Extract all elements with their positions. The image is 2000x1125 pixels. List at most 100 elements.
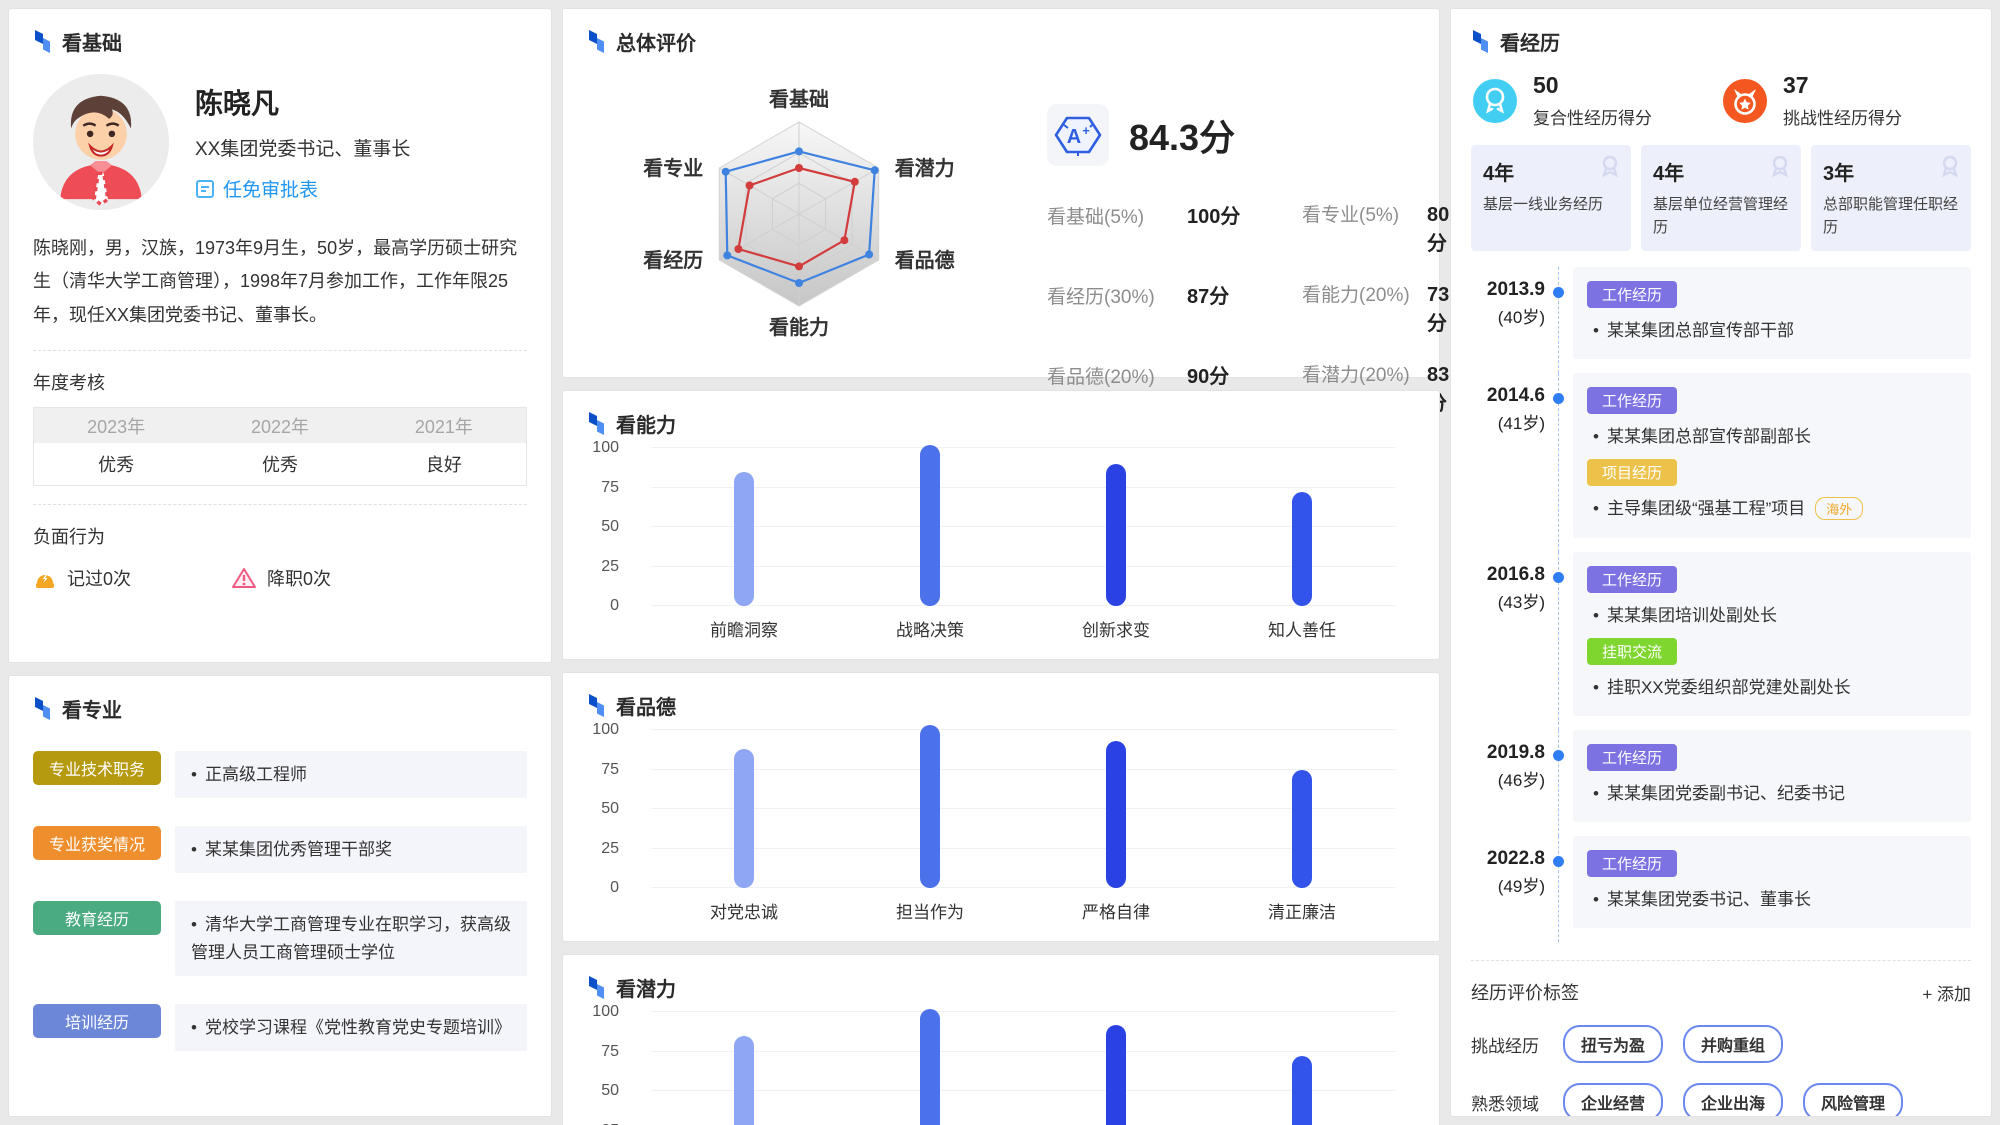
divider bbox=[33, 350, 527, 351]
add-tag-button[interactable]: + 添加 bbox=[1922, 980, 1971, 1005]
timeline-axis bbox=[1545, 730, 1573, 836]
bar-column bbox=[1209, 448, 1395, 606]
profession-row: 培训经历 •党校学习课程《党性教育党史专题培训》 bbox=[33, 1004, 527, 1051]
timeline-content: 工作经历•某某集团总部宣传部副部长项目经历•主导集团级“强基工程”项目海外 bbox=[1573, 373, 1971, 538]
experience-tag-pill[interactable]: 扭亏为盈 bbox=[1563, 1025, 1663, 1063]
score-grid: 看基础(5%)100分 看专业(5%)80分 看经历(30%)87分 看能力(2… bbox=[1047, 200, 1464, 416]
bar bbox=[1292, 1056, 1312, 1125]
timeline-item-text: •某某集团总部宣传部副部长 bbox=[1593, 422, 1957, 447]
bar bbox=[920, 445, 940, 606]
bar-column bbox=[1209, 1012, 1395, 1125]
year-header: 2023年 bbox=[34, 407, 199, 443]
composite-score-value: 50 bbox=[1533, 72, 1652, 99]
bar-column bbox=[1023, 730, 1209, 888]
profession-card: 看专业 专业技术职务 •正高级工程师 专业获奖情况 •某某集团优秀管理干部奖 教… bbox=[8, 675, 552, 1117]
award-tag: 专业获奖情况 bbox=[33, 826, 161, 860]
age-text: (46岁) bbox=[1471, 766, 1545, 791]
medal-watermark-icon bbox=[1937, 153, 1963, 179]
y-tick-label: 25 bbox=[601, 558, 619, 576]
experience-tag-pill[interactable]: 风险管理 bbox=[1803, 1083, 1903, 1117]
timeline-dot bbox=[1553, 750, 1564, 761]
experience-tag-pill[interactable]: 并购重组 bbox=[1683, 1025, 1783, 1063]
challenge-tags-row: 挑战经历 扭亏为盈并购重组 bbox=[1471, 1025, 1971, 1063]
y-tick-label: 50 bbox=[601, 518, 619, 536]
medal-watermark-icon bbox=[1597, 153, 1623, 179]
experience-card: 看经历 50 复合性经历得分 bbox=[1450, 8, 1992, 1117]
experience-tag-pill[interactable]: 企业经营 bbox=[1563, 1083, 1663, 1117]
timeline: 2013.9(40岁)工作经历•某某集团总部宣传部干部2014.6(41岁)工作… bbox=[1471, 267, 1971, 942]
timeline-dot bbox=[1553, 287, 1564, 298]
work-tag: 工作经历 bbox=[1587, 387, 1677, 414]
y-axis: 1007550250 bbox=[587, 448, 633, 606]
y-tick-label: 75 bbox=[601, 761, 619, 779]
demerit-item: 记过0次 bbox=[33, 565, 131, 591]
exchange-tag: 挂职交流 bbox=[1587, 638, 1677, 665]
y-tick-label: 75 bbox=[601, 1043, 619, 1061]
rating-cell: 优秀 bbox=[198, 443, 361, 485]
section-title: 看专业 bbox=[62, 694, 122, 723]
left-column: 看基础 bbox=[8, 8, 552, 1117]
radar-axis-label: 看品德 bbox=[895, 248, 955, 272]
work-tag: 工作经历 bbox=[1587, 281, 1677, 308]
flag-icon bbox=[33, 29, 52, 55]
y-tick-label: 100 bbox=[592, 721, 619, 739]
date-text: 2019.8 bbox=[1471, 742, 1545, 764]
score-item: 看专业(5%)80分 bbox=[1302, 200, 1464, 256]
profession-text: •正高级工程师 bbox=[175, 751, 527, 798]
profession-row: 专业获奖情况 •某某集团优秀管理干部奖 bbox=[33, 826, 527, 873]
education-tag: 教育经历 bbox=[33, 901, 161, 935]
alarm-icon bbox=[33, 566, 57, 590]
score-item: 看基础(5%)100分 bbox=[1047, 200, 1262, 256]
bar-column bbox=[1023, 1012, 1209, 1125]
section-title: 看品德 bbox=[616, 691, 676, 720]
y-tick-label: 100 bbox=[592, 439, 619, 457]
y-tick-label: 75 bbox=[601, 479, 619, 497]
timeline-date: 2013.9(40岁) bbox=[1471, 267, 1545, 373]
bar-column bbox=[1209, 730, 1395, 888]
bar bbox=[734, 1036, 754, 1125]
appointment-form-link[interactable]: 任免审批表 bbox=[195, 175, 410, 202]
bar bbox=[1106, 1025, 1126, 1125]
section-title: 看能力 bbox=[616, 409, 676, 438]
y-axis: 1007550250 bbox=[587, 730, 633, 888]
date-text: 2014.6 bbox=[1471, 385, 1545, 407]
assessment-label: 年度考核 bbox=[33, 369, 527, 395]
timeline-entry: 2016.8(43岁)工作经历•某某集团培训处副处长挂职交流•挂职XX党委组织部… bbox=[1471, 552, 1971, 730]
tech-post-tag: 专业技术职务 bbox=[33, 751, 161, 785]
date-text: 2013.9 bbox=[1471, 279, 1545, 301]
basics-header: 看基础 bbox=[33, 27, 527, 56]
timeline-item-text: •主导集团级“强基工程”项目海外 bbox=[1593, 494, 1957, 520]
section-title: 看经历 bbox=[1500, 27, 1560, 56]
experience-scores: 50 复合性经历得分 37 挑战性经历得分 bbox=[1471, 72, 1971, 129]
composite-score: 50 复合性经历得分 bbox=[1471, 72, 1721, 129]
bar-label: 清正廉洁 bbox=[1209, 898, 1395, 923]
summary-label: 基层一线业务经历 bbox=[1483, 194, 1619, 217]
work-tag: 工作经历 bbox=[1587, 744, 1677, 771]
challenge-score-value: 37 bbox=[1783, 72, 1902, 99]
timeline-axis bbox=[1545, 267, 1573, 373]
timeline-line bbox=[1558, 730, 1559, 836]
bar bbox=[1106, 741, 1126, 888]
timeline-entry: 2019.8(46岁)工作经历•某某集团党委副书记、纪委书记 bbox=[1471, 730, 1971, 836]
radar-axis-label: 看专业 bbox=[643, 156, 703, 180]
experience-tag-pill[interactable]: 企业出海 bbox=[1683, 1083, 1783, 1117]
dashboard: 看基础 bbox=[0, 0, 2000, 1125]
y-tick-label: 25 bbox=[601, 1122, 619, 1125]
person-title: XX集团党委书记、董事长 bbox=[195, 134, 410, 161]
timeline-date: 2022.8(49岁) bbox=[1471, 836, 1545, 942]
tags-title: 经历评价标签 bbox=[1471, 979, 1579, 1005]
overall-card: 总体评价 看基础看潜力看品德看能力看经历看专业 A + bbox=[562, 8, 1440, 378]
timeline-dot bbox=[1553, 393, 1564, 404]
age-text: (41岁) bbox=[1471, 409, 1545, 434]
radar-axis-label: 看能力 bbox=[769, 315, 829, 339]
assessment-table: 2023年 2022年 2021年 优秀 优秀 良好 bbox=[33, 407, 527, 486]
rating-cell: 优秀 bbox=[34, 443, 199, 485]
y-tick-label: 50 bbox=[601, 800, 619, 818]
timeline-entry: 2014.6(41岁)工作经历•某某集团总部宣传部副部长项目经历•主导集团级“强… bbox=[1471, 373, 1971, 552]
bar-label: 担当作为 bbox=[837, 898, 1023, 923]
demotion-item: 降职0次 bbox=[231, 565, 331, 591]
experience-summary-cards: 4年 基层一线业务经历 4年 基层单位经营管理经历 3年 总部职能管理任职经历 bbox=[1471, 145, 1971, 251]
composite-score-label: 复合性经历得分 bbox=[1533, 104, 1652, 129]
flag-icon bbox=[587, 411, 606, 437]
morality-chart-card: 看品德 1007550250对党忠诚担当作为严格自律清正廉洁 bbox=[562, 672, 1440, 942]
